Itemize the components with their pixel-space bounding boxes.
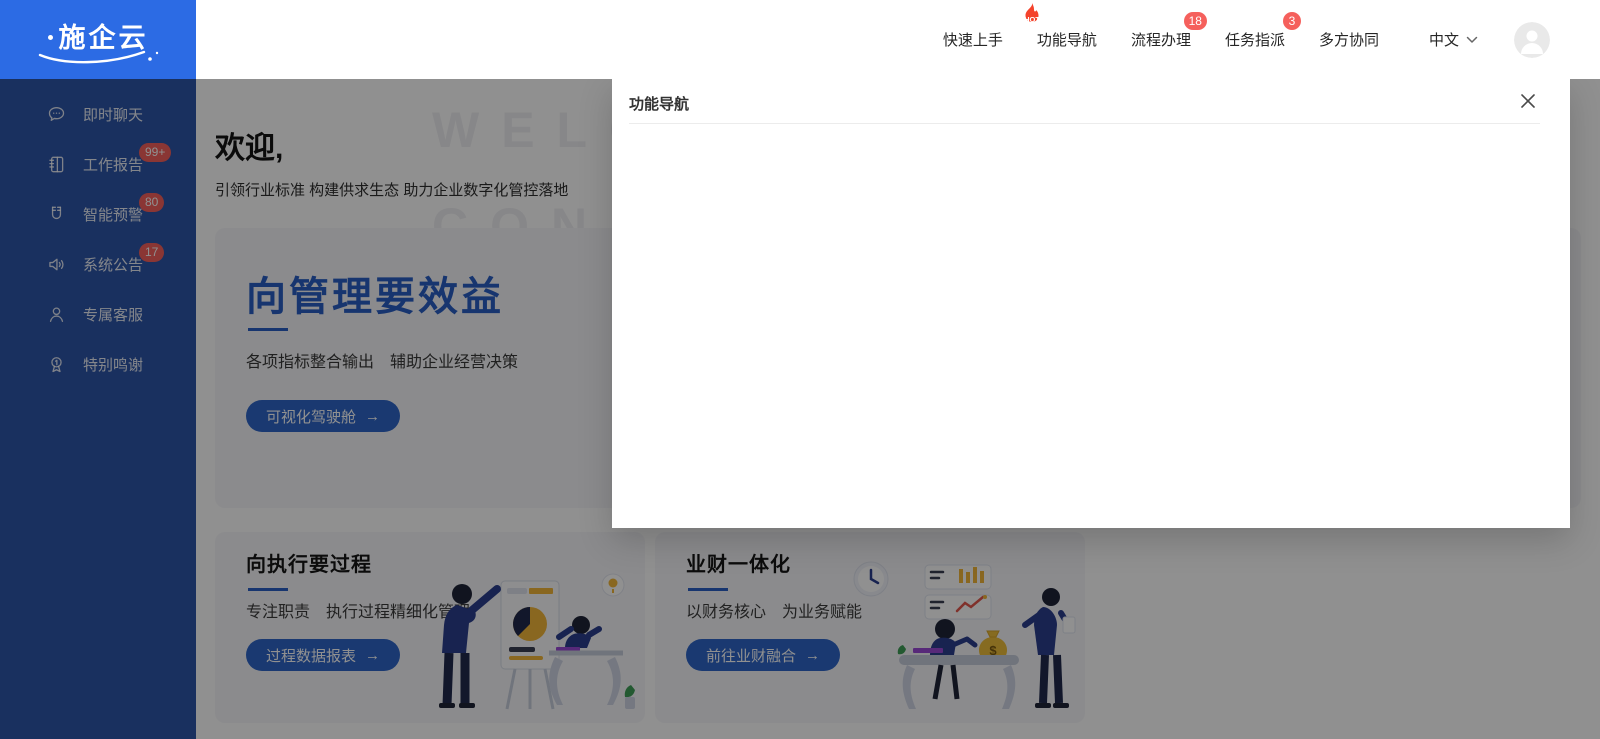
nav-item-label: 快速上手 [943,32,1003,49]
logo-dot-icon [48,35,53,40]
nav-badge: 18 [1184,12,1207,30]
nav-item[interactable]: 流程办理 18 [1131,29,1191,50]
divider [629,123,1540,124]
language-label: 中文 [1429,29,1459,50]
svg-text:HOT: HOT [1024,15,1040,24]
avatar-person-icon [1514,22,1550,58]
chevron-down-icon [1466,36,1478,44]
hot-flame-icon: HOT [1015,2,1049,28]
nav-item-label: 任务指派 [1225,32,1285,49]
language-selector[interactable]: 中文 [1429,29,1478,50]
nav-item[interactable]: 多方协同 [1319,29,1379,50]
logo-wave-icon [34,49,162,65]
nav-item[interactable]: HOT 功能导航 [1037,29,1097,50]
nav-item[interactable]: 任务指派 3 [1225,29,1285,50]
panel-title: 功能导航 [629,93,689,114]
top-nav: 快速上手 HOT 功能导航 流程办理 18 任务指派 3 多方协同 [943,29,1429,50]
nav-item-label: 流程办理 [1131,32,1191,49]
close-icon[interactable] [1518,91,1538,111]
nav-badge: 3 [1283,12,1301,30]
nav-item[interactable]: 快速上手 [943,29,1003,50]
nav-item-label: 多方协同 [1319,32,1379,49]
function-navigation-panel: 功能导航 [612,79,1570,528]
top-header: 施企云 快速上手 HOT 功能导航 流程办理 18 任务指派 3 多方协同 [0,0,1600,79]
user-avatar[interactable] [1514,22,1550,58]
nav-item-label: 功能导航 [1037,32,1097,49]
brand-logo[interactable]: 施企云 [0,0,196,79]
